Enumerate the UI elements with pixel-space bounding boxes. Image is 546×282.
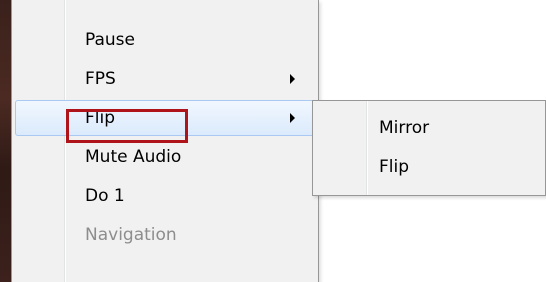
menu-item-navigation: Navigation xyxy=(15,217,315,253)
annotation-highlight-box xyxy=(66,109,188,143)
menu-item-pause[interactable]: Pause xyxy=(15,22,315,58)
menu-item-label: FPS xyxy=(85,69,116,89)
menu-item-label: Pause xyxy=(85,30,135,50)
menu-item-label: Navigation xyxy=(85,225,177,245)
submenu-item-label: Mirror xyxy=(379,118,430,138)
background-window-edge xyxy=(0,0,11,282)
flip-submenu: Mirror Flip xyxy=(312,100,546,196)
screen: Pause FPS Flip Mute Audio Do 1 Navigatio… xyxy=(0,0,546,282)
submenu-item-label: Flip xyxy=(379,157,410,177)
menu-item-label: Mute Audio xyxy=(85,147,182,167)
menu-item-mute-audio[interactable]: Mute Audio xyxy=(15,139,315,175)
context-menu: Pause FPS Flip Mute Audio Do 1 Navigatio… xyxy=(11,0,319,282)
submenu-arrow-icon xyxy=(290,113,295,123)
menu-item-label: Do 1 xyxy=(85,186,125,206)
submenu-item-mirror[interactable]: Mirror xyxy=(316,110,542,146)
menu-item-do-1[interactable]: Do 1 xyxy=(15,178,315,214)
menu-item-fps[interactable]: FPS xyxy=(15,61,315,97)
submenu-item-flip[interactable]: Flip xyxy=(316,149,542,185)
submenu-arrow-icon xyxy=(290,74,295,84)
